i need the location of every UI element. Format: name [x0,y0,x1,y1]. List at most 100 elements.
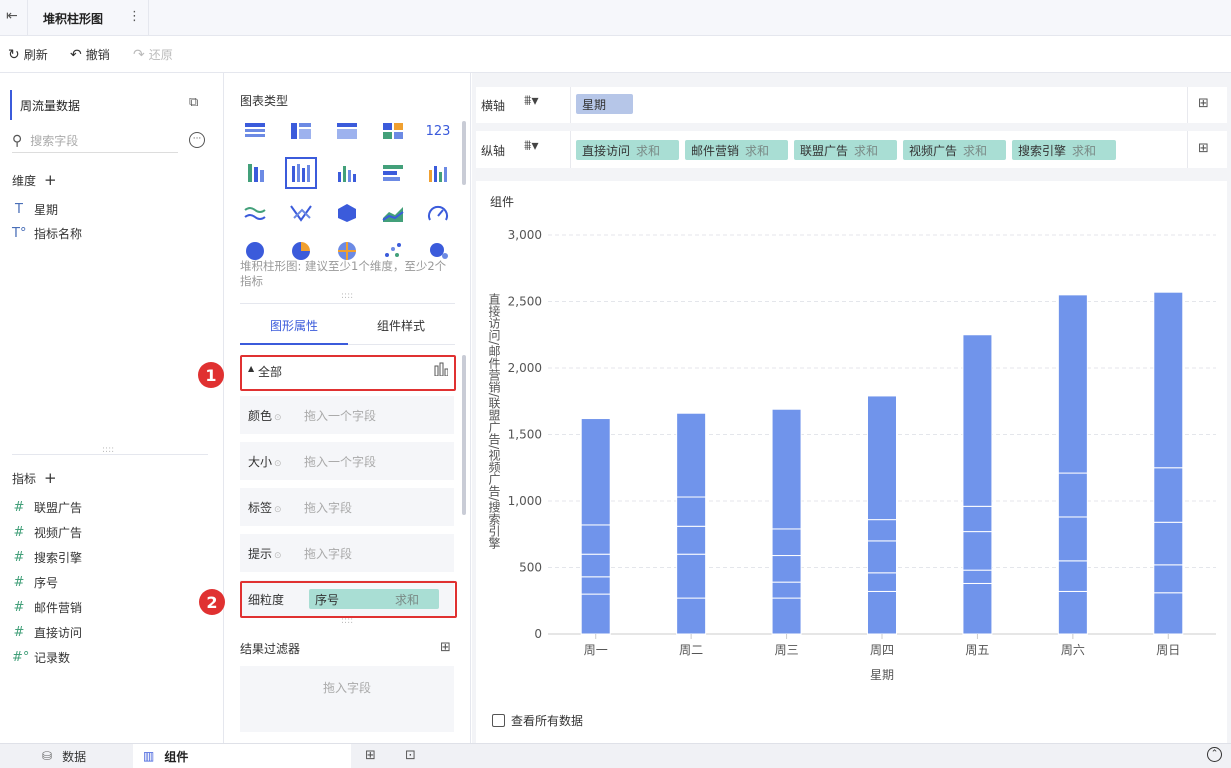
measure-item[interactable]: # 序号 [12,574,58,591]
drag-handle-icon[interactable]: :::: [102,445,114,455]
pill-field: 星期 [582,97,607,112]
multi-series-bar-icon[interactable] [422,157,454,189]
bar-chart-icon[interactable] [331,157,363,189]
number-type-icon: # [13,500,25,515]
add-dimension-icon[interactable]: + [44,171,57,189]
stacked-bar-chart: 0 500 1,000 1,500 2,000 2,500 3,000 周一 周二 周三 周四 周五 周… [487,228,1216,682]
more-options-icon[interactable]: ··· [189,132,205,148]
y-field-pill[interactable]: 联盟广告 求和 [794,140,897,160]
toolbar: ↻ 刷新 ↶ 撤销 ↷ 还原 [0,36,1231,73]
y-field-pill[interactable]: 视频广告 求和 [903,140,1006,160]
shelf-settings-icon[interactable]: ⊞ [1198,141,1209,156]
add-component-icon[interactable]: ⊞ [365,748,376,763]
bar-segment [771,408,802,530]
bar-segment [771,555,802,583]
y-field-pill[interactable]: 搜索引擎 求和 [1012,140,1116,160]
row-label: 标签 [248,500,273,515]
pill-field: 视频广告 [909,143,958,158]
tooltip-drop-zone[interactable]: 提示 ⊙ 拖入字段 [240,534,454,572]
axis-options-icon[interactable]: ⩩▾ [524,93,539,109]
collapse-up-icon[interactable]: ⌃ [1207,747,1222,762]
refresh-icon: ↻ [8,46,20,63]
tab-graph-properties[interactable]: 图形属性 [270,317,318,334]
dimension-item-weekday[interactable]: T 星期 [12,201,58,218]
add-measure-icon[interactable]: + [44,469,57,487]
annotation-box-1 [240,355,456,391]
y-field-pill[interactable]: 直接访问 求和 [576,140,679,160]
size-drop-zone[interactable]: 大小 ⊙ 拖入一个字段 [240,442,454,480]
tab-label: 组件 [164,749,189,764]
exit-icon[interactable]: ⇤ [6,8,18,24]
grouped-table-icon[interactable] [239,157,271,189]
refresh-button[interactable]: ↻ 刷新 [8,46,48,63]
tab-component-style[interactable]: 组件样式 [377,317,425,334]
filter-drop-zone[interactable]: 拖入字段 [240,666,454,732]
show-all-data-checkbox[interactable]: 查看所有数据 [492,712,583,729]
label-drop-zone[interactable]: 标签 ⊙ 拖入字段 [240,488,454,526]
measure-item[interactable]: # 直接访问 [12,624,82,641]
search-field[interactable]: ⚲ 搜索字段 [12,129,178,153]
axis-options-icon[interactable]: ⩩▾ [524,138,539,154]
redo-button[interactable]: ↷ 还原 [133,46,173,63]
pill-agg: 求和 [636,143,661,158]
color-drop-zone[interactable]: 颜色 ⊙ 拖入一个字段 [240,396,454,434]
chart-type-hint: 堆积柱形图: 建议至少1个维度，至少2个指标 [240,259,447,288]
scrollbar[interactable] [462,355,466,515]
scrollbar[interactable] [462,121,466,185]
table-chart-icon[interactable] [239,115,271,147]
checkbox-icon[interactable] [492,714,505,727]
text-type-icon: T° [12,226,27,241]
detail-table-icon[interactable] [331,115,363,147]
x-field-pill[interactable]: 星期 [576,94,633,114]
info-icon: ⊙ [274,412,282,423]
y-axis-title: 直接访问/邮件营销/联盟广告/视频广告/搜索引擎 [487,293,501,550]
y-tick-label: 1,500 [508,428,542,442]
measure-item[interactable]: # 搜索引擎 [12,549,82,566]
line-chart-icon[interactable] [239,197,271,229]
bar-segment [771,528,802,557]
bar-segment [962,531,993,571]
search-input[interactable]: 搜索字段 [30,132,78,149]
undo-button[interactable]: ↶ 撤销 [70,46,110,63]
x-tick-label: 周六 [1061,643,1085,657]
divider [240,303,455,304]
info-icon: ⊙ [274,550,282,561]
stacked-bar-chart-icon[interactable] [285,157,317,189]
bar-segment [771,597,802,635]
radar-line-icon[interactable] [285,197,317,229]
switch-dataset-icon[interactable]: ⧉ [189,95,198,110]
component-title[interactable]: 堆积柱形图 [43,10,103,27]
tab-data[interactable]: ⛁ 数据 [0,744,133,768]
measure-item[interactable]: # 视频广告 [12,524,82,541]
x-tick-label: 周三 [775,643,799,657]
horizontal-bar-icon[interactable] [377,157,409,189]
crosstab-chart-icon[interactable] [285,115,317,147]
bar-segment [1153,521,1184,566]
x-tick-label: 周二 [679,643,703,657]
x-axis-label: 横轴 [481,99,506,113]
x-axis-title: 星期 [870,668,894,682]
add-dashboard-icon[interactable]: ⊡ [405,748,416,763]
dimension-item-metric-name[interactable]: T° 指标名称 [12,225,82,242]
number-card-icon[interactable]: 123 [422,115,454,147]
bar-segment [771,581,802,599]
gauge-chart-icon[interactable] [422,197,454,229]
top-bar: ⇤ 堆积柱形图 ⋮ [0,0,1231,36]
y-field-pill[interactable]: 邮件营销 求和 [685,140,788,160]
shelf-settings-icon[interactable]: ⊞ [1198,96,1209,111]
text-type-icon: T [15,202,23,217]
area-chart-icon[interactable] [377,197,409,229]
tab-component[interactable]: ▥ 组件 [133,744,351,768]
drag-handle-icon[interactable]: :::: [341,291,353,301]
polygon-chart-icon[interactable] [331,197,363,229]
bar-segment [1057,516,1088,562]
measure-item[interactable]: # 邮件营销 [12,599,82,616]
measure-item[interactable]: #° 记录数 [12,649,70,666]
field-label: 搜索引擎 [34,551,83,565]
measure-item[interactable]: # 联盟广告 [12,499,82,516]
kpi-card-icon[interactable] [377,115,409,147]
filter-settings-icon[interactable]: ⊞ [440,640,451,655]
dataset-name[interactable]: 周流量数据 [20,97,80,114]
more-menu-icon[interactable]: ⋮ [128,9,141,24]
refresh-label: 刷新 [23,48,48,62]
